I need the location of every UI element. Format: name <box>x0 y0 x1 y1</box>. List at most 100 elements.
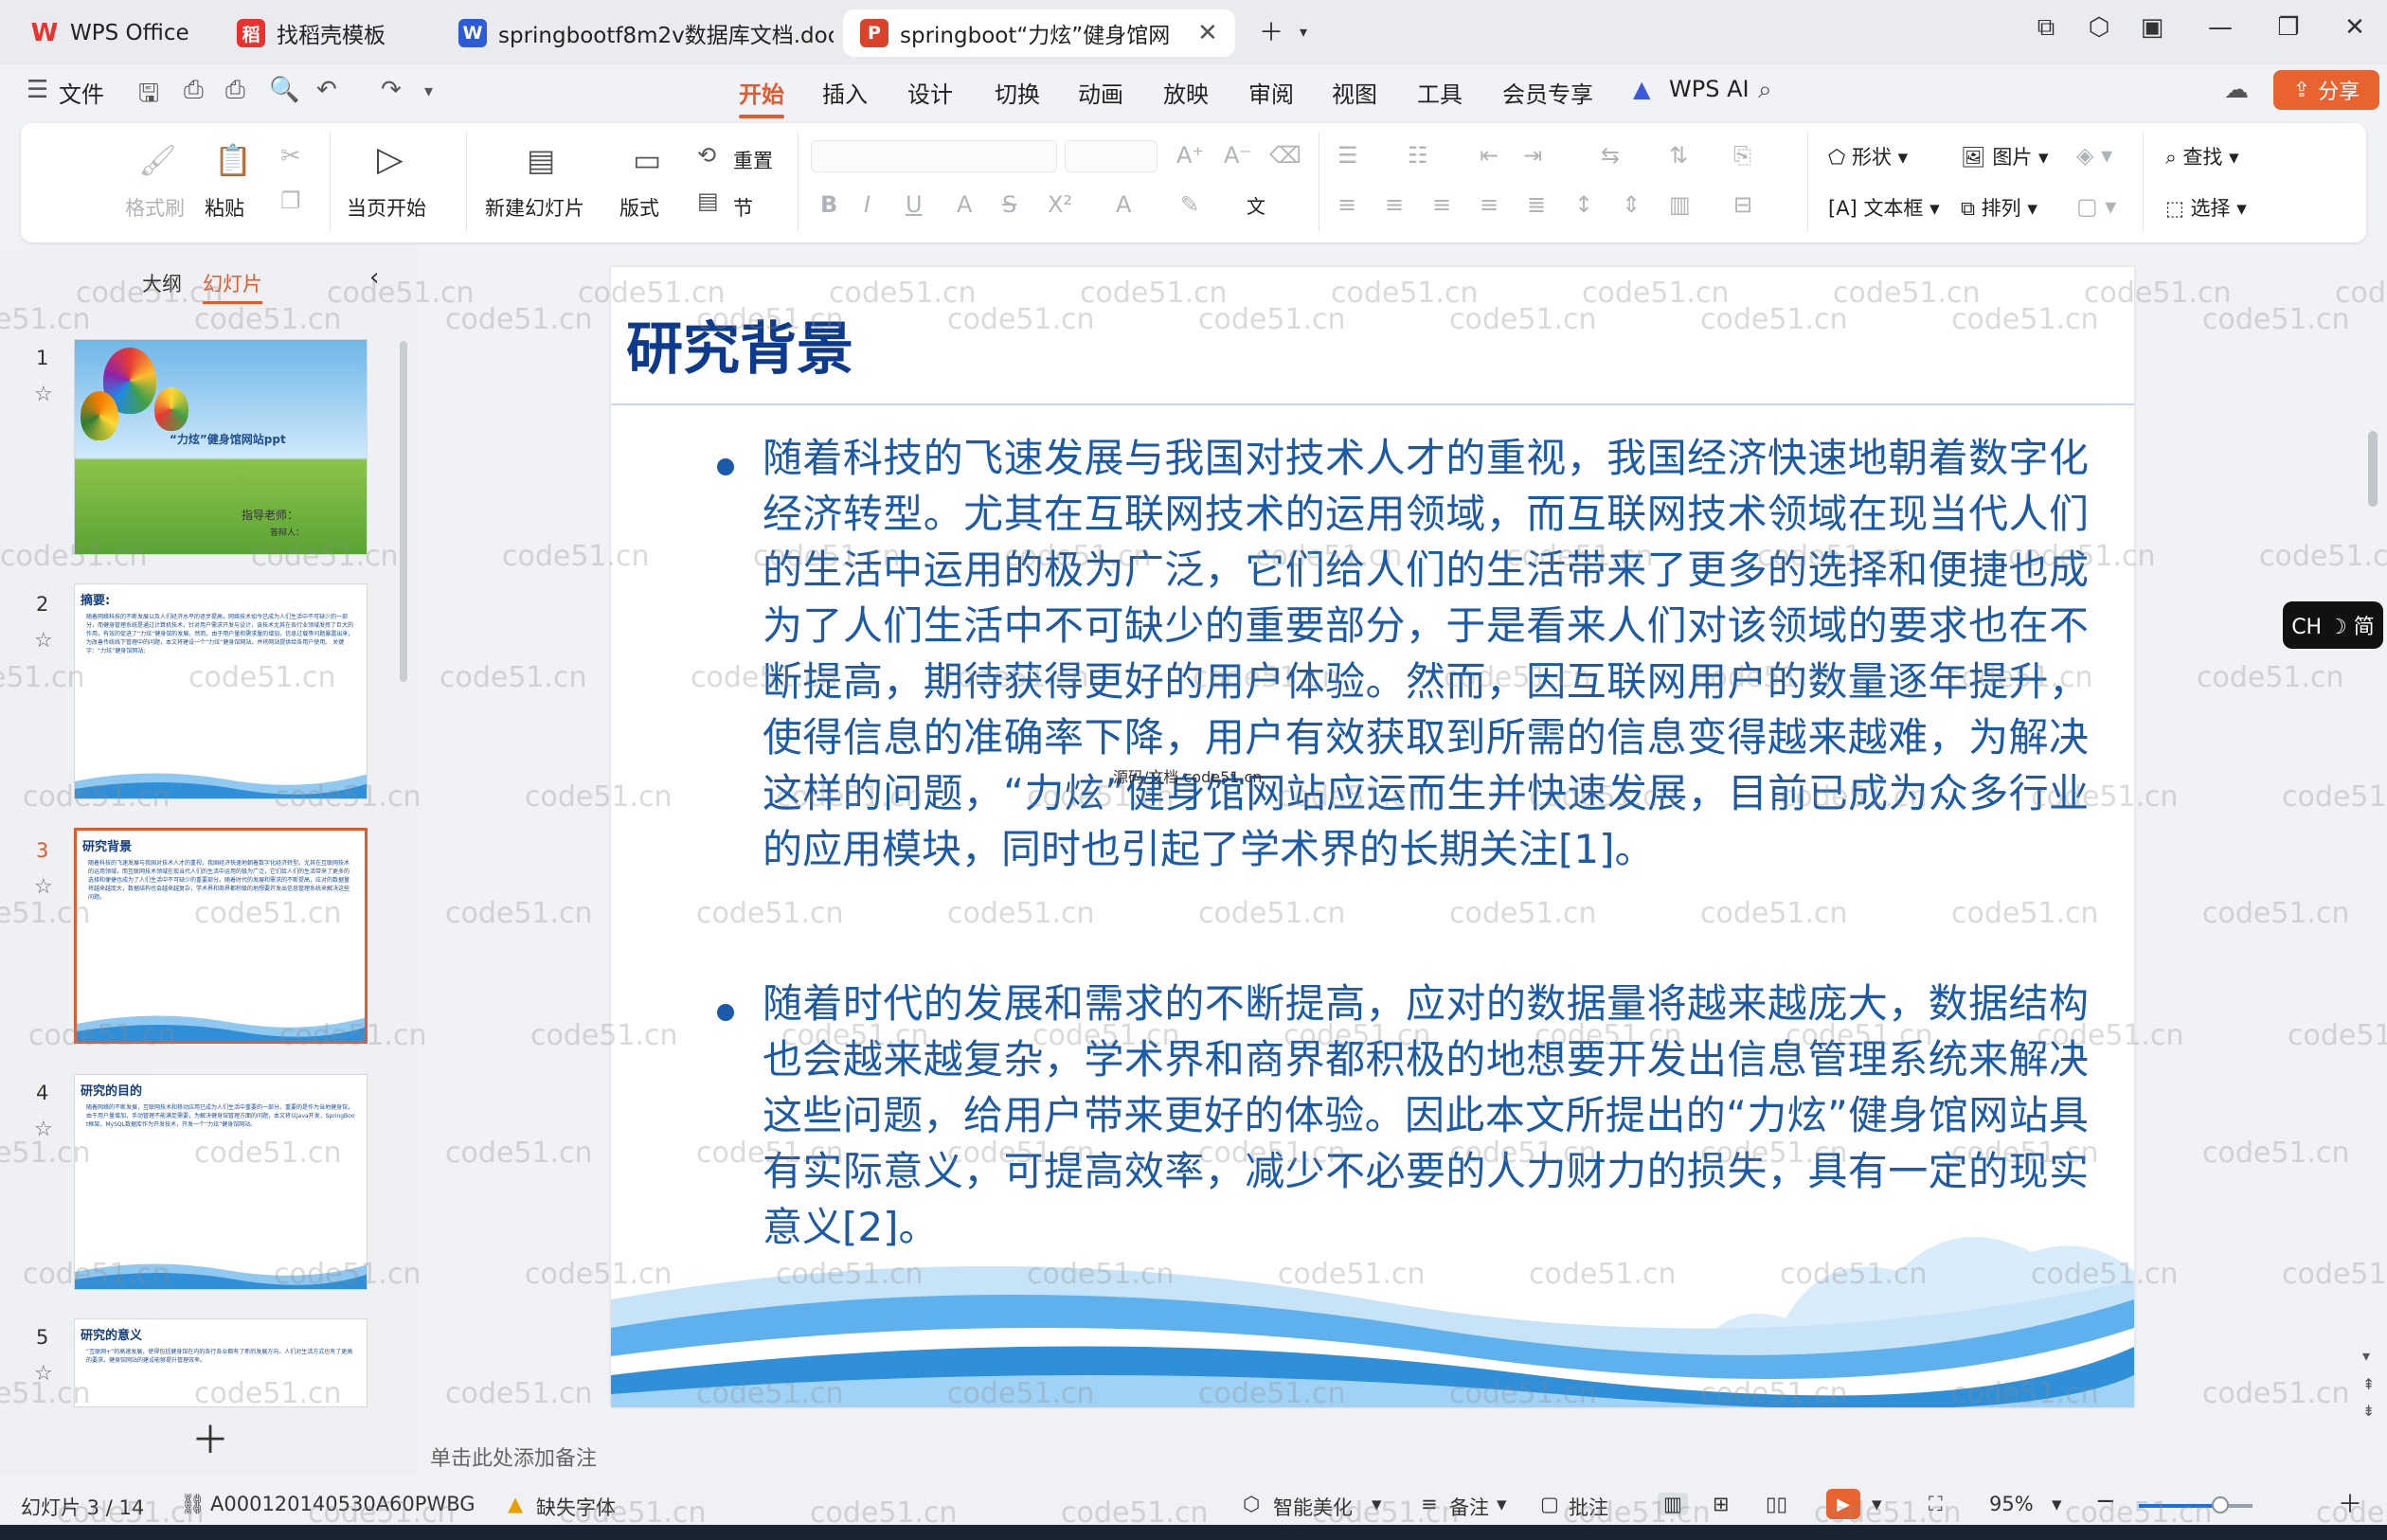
find-button[interactable]: ⌕ 查找 ▾ <box>2165 142 2239 170</box>
share-button[interactable]: ⇪ 分享 <box>2273 70 2379 110</box>
increase-indent-icon[interactable]: ⇥ <box>1523 142 1542 169</box>
slide-title[interactable]: 研究背景 <box>626 303 853 385</box>
play-slideshow-button[interactable]: ▶ <box>1826 1489 1860 1519</box>
menu-tools[interactable]: 工具 <box>1417 76 1463 109</box>
avatar[interactable]: ▣ <box>2133 13 2171 42</box>
reset-icon[interactable]: ⟲ <box>697 142 716 169</box>
justify-icon[interactable]: ≡ <box>1480 191 1499 218</box>
slide-thumbnail-4[interactable]: 研究的目的 随着网络的不断发展，互联网技术和移动应用已成为人们生活中重要的一部分… <box>74 1074 368 1290</box>
redo-icon[interactable]: ↷ <box>381 76 402 104</box>
paragraph-spacing-icon[interactable]: ⇕ <box>1622 191 1641 218</box>
textbox-button[interactable]: [A] 文本框 ▾ <box>1828 193 1940 222</box>
line-spacing-icon[interactable]: ↕ <box>1574 191 1593 218</box>
fill-icon[interactable]: ◈ ▾ <box>2076 142 2112 169</box>
section-icon[interactable]: ▤ <box>697 188 719 214</box>
notes-placeholder[interactable]: 单击此处添加备注 <box>430 1442 597 1472</box>
previous-slide-icon[interactable]: ⇞ <box>2362 1375 2375 1393</box>
font-name-select[interactable] <box>811 140 1057 172</box>
slide-thumbnail-5[interactable]: 研究的意义 “互联网+”的高速发展，使得包括健身馆在内的各行各业都有了新的发展方… <box>74 1318 368 1407</box>
maximize-icon[interactable]: ❐ <box>2270 13 2307 42</box>
star-icon[interactable]: ☆ <box>34 629 53 653</box>
play-icon[interactable]: ▷ <box>377 140 404 179</box>
paste-button[interactable]: 粘贴 <box>205 193 244 222</box>
save-icon[interactable]: 🖫 <box>138 76 159 117</box>
convert-icon[interactable]: ⎘ <box>1733 142 1751 169</box>
next-slide-icon[interactable]: ⇟ <box>2362 1402 2375 1420</box>
layout-button[interactable]: 版式 <box>619 193 659 222</box>
columns-icon[interactable]: ▥ <box>1669 191 1691 218</box>
tab-outline[interactable]: 大纲 <box>142 269 182 297</box>
customize-toolbar-icon[interactable]: ▾ <box>424 81 433 101</box>
align-center-icon[interactable]: ≡ <box>1385 191 1404 218</box>
new-slide-icon[interactable]: ▤ <box>527 142 555 178</box>
format-painter-label[interactable]: 格式刷 <box>125 193 185 222</box>
tab-database-doc[interactable]: W springbootf8m2v数据库文档.doc <box>441 9 834 57</box>
undo-icon[interactable]: ↶ <box>316 76 337 104</box>
tab-slides[interactable]: 幻灯片 <box>203 269 262 304</box>
chevron-down-icon[interactable]: ▾ <box>1497 1493 1507 1515</box>
text-shadow-icon[interactable]: A <box>957 191 972 218</box>
menu-review[interactable]: 审阅 <box>1248 76 1294 109</box>
cut-icon[interactable]: ✂ <box>280 142 301 170</box>
bold-icon[interactable]: B <box>820 191 837 218</box>
menu-member[interactable]: 会员专享 <box>1502 76 1593 109</box>
arrange-button[interactable]: ⧉ 排列 ▾ <box>1961 193 2037 222</box>
chevron-down-icon[interactable]: ▾ <box>1284 23 1322 41</box>
slide-sorter-icon[interactable]: ⊞ <box>1713 1493 1730 1515</box>
notes-pane[interactable] <box>417 1424 2387 1483</box>
body-paragraph-2[interactable]: 随着时代的发展和需求的不断提高，应对的数据量将越来越庞大，数据结构也会越来越复杂… <box>763 976 2089 1255</box>
collapse-panel-icon[interactable]: ‹ <box>369 263 379 292</box>
new-slide-button[interactable]: 新建幻灯片 <box>485 193 584 222</box>
window-close-icon[interactable]: ✕ <box>2336 13 2374 42</box>
thumbnail-scrollbar[interactable] <box>400 341 407 682</box>
italic-icon[interactable]: I <box>864 191 870 218</box>
tab-wps-office[interactable]: W WPS Office <box>13 9 203 57</box>
font-size-select[interactable] <box>1065 140 1158 172</box>
hamburger-icon[interactable]: ☰ <box>27 76 48 104</box>
smart-beautify-button[interactable]: 智能美化 <box>1273 1493 1353 1521</box>
decrease-font-icon[interactable]: A⁻ <box>1224 142 1251 169</box>
fit-to-window-icon[interactable]: ⛶ <box>1929 1493 1943 1516</box>
reading-view-icon[interactable]: ▯▯ <box>1766 1493 1787 1515</box>
format-painter-icon[interactable]: 🖌 <box>138 142 177 178</box>
underline-icon[interactable]: U <box>906 191 923 218</box>
select-button[interactable]: ⬚ 选择 ▾ <box>2165 193 2247 222</box>
sort-icon[interactable]: ⇅ <box>1669 142 1688 169</box>
play-from-current-button[interactable]: 当页开始 <box>347 193 426 222</box>
star-icon[interactable]: ☆ <box>34 383 53 406</box>
bullet-list-icon[interactable]: ☰ <box>1337 142 1358 169</box>
menu-design[interactable]: 设计 <box>907 76 953 109</box>
menu-insert[interactable]: 插入 <box>822 76 868 109</box>
align-right-icon[interactable]: ≡ <box>1432 191 1451 218</box>
print-preview-icon[interactable]: 🔍 <box>269 76 299 104</box>
cloud-upload-icon[interactable]: ☁ <box>2224 76 2249 104</box>
increase-font-icon[interactable]: A⁺ <box>1176 142 1204 169</box>
chevron-down-icon[interactable]: ▾ <box>1372 1493 1382 1515</box>
search-icon[interactable]: ⌕ <box>1758 76 1772 105</box>
missing-fonts-button[interactable]: 缺失字体 <box>536 1493 616 1521</box>
plus-icon[interactable]: ＋ <box>191 1409 229 1464</box>
align-left-icon[interactable]: ≡ <box>1337 191 1356 218</box>
cube-icon[interactable]: ⬡ <box>2080 13 2118 42</box>
outline-icon[interactable]: ▢ ▾ <box>2076 193 2116 220</box>
slide-canvas[interactable]: 研究背景 随着科技的飞速发展与我国对技术人才的重视，我国经济快速地朝着数字化经济… <box>611 267 2134 1407</box>
menu-animations[interactable]: 动画 <box>1078 76 1123 109</box>
copy-icon[interactable]: ❐ <box>280 188 301 214</box>
clear-format-icon[interactable]: ⌫ <box>1269 142 1301 169</box>
paste-icon[interactable]: 📋 <box>214 142 252 178</box>
decrease-indent-icon[interactable]: ⇤ <box>1480 142 1499 169</box>
distribute-icon[interactable]: ≣ <box>1527 191 1546 218</box>
tab-active-presentation[interactable]: P springboot“力炫”健身馆网 ✕ <box>843 9 1235 57</box>
chevron-down-icon[interactable]: ▾ <box>2052 1493 2062 1515</box>
slide-thumbnail-3[interactable]: 研究背景 随着科技的飞速发展与我国对技术人才的重视，我国经济快速地朝着数字化经济… <box>74 828 368 1044</box>
tab-docer-templates[interactable]: 稻 找稻壳模板 <box>220 9 428 57</box>
star-icon[interactable]: ☆ <box>34 1118 53 1141</box>
slide-scrollbar[interactable] <box>2368 431 2378 507</box>
notes-button[interactable]: 备注 <box>1449 1493 1489 1521</box>
minimize-icon[interactable]: — <box>2201 13 2239 42</box>
slide-thumbnail-2[interactable]: 摘要: 随着网络科技的不断发展以及人们经济水平的逐步提高，网络技术如今已成为人们… <box>74 583 368 799</box>
menu-view[interactable]: 视图 <box>1332 76 1377 109</box>
scroll-down-icon[interactable]: ▾ <box>2362 1347 2370 1365</box>
menu-home[interactable]: 开始 <box>739 76 784 118</box>
normal-view-icon[interactable]: ▥ <box>1658 1493 1688 1515</box>
